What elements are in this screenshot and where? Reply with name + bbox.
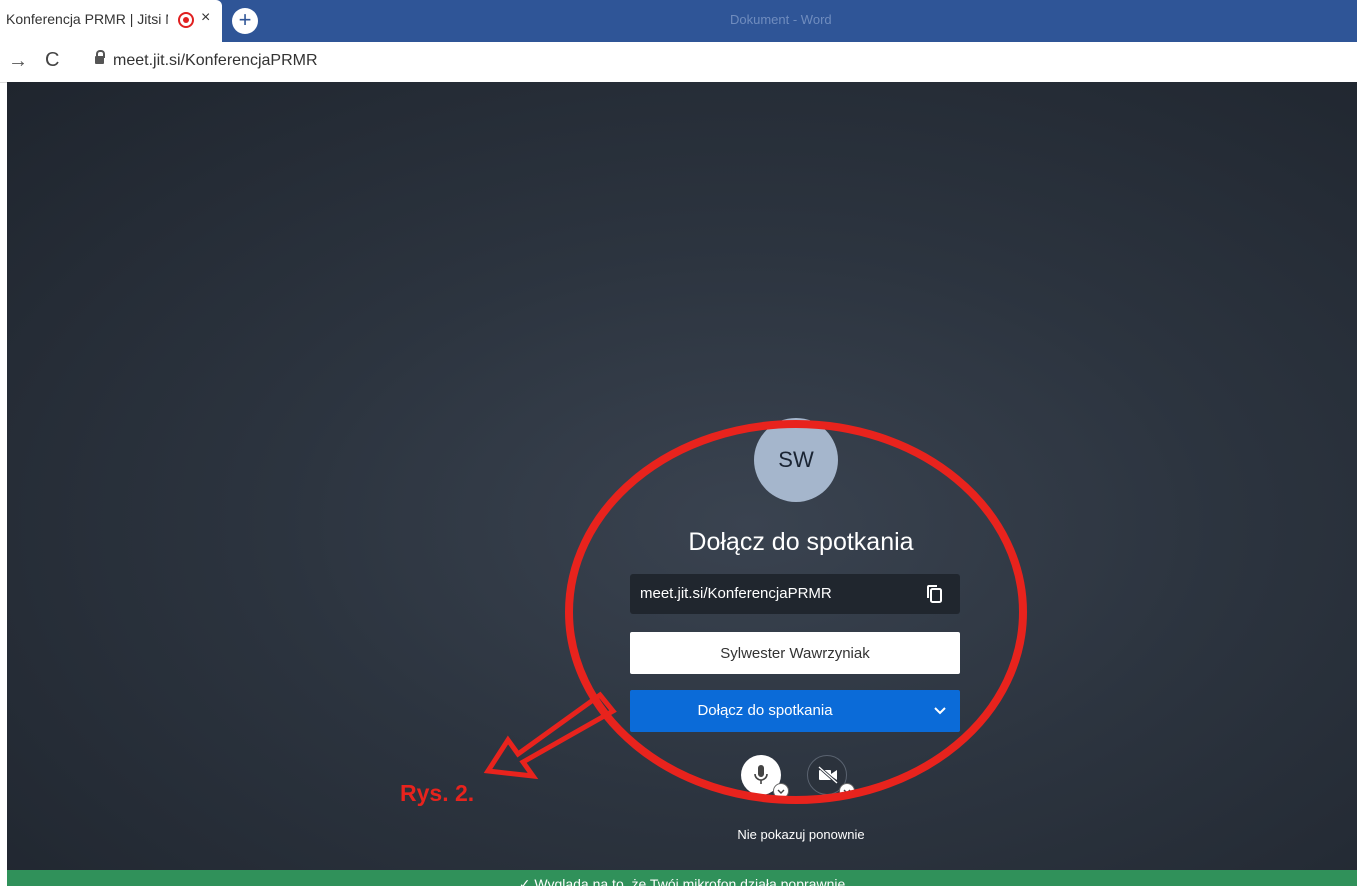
new-tab-button[interactable]: +	[232, 8, 258, 34]
microphone-button[interactable]	[741, 755, 789, 799]
lock-icon[interactable]	[95, 50, 105, 64]
reload-icon[interactable]: C	[45, 49, 59, 72]
camera-button[interactable]	[807, 755, 855, 799]
page-title: Dołącz do spotkania	[688, 528, 914, 556]
chevron-down-icon[interactable]	[933, 704, 947, 718]
forward-arrow-icon[interactable]: →	[8, 50, 28, 73]
display-name-input[interactable]	[630, 632, 960, 674]
address-bar: → C meet.jit.si/KonferencjaPRMR	[0, 42, 1357, 83]
meeting-url-box: meet.jit.si/KonferencjaPRMR	[630, 574, 960, 614]
copy-icon[interactable]	[926, 584, 944, 604]
window-title: Dokument - Word	[730, 12, 832, 27]
camera-options-chevron-icon[interactable]	[839, 783, 855, 799]
join-meeting-button[interactable]: Dołącz do spotkania	[630, 690, 960, 732]
annotation-caption: Rys. 2.	[400, 780, 475, 806]
microphone-icon	[754, 765, 768, 784]
recording-icon	[178, 12, 194, 28]
browser-tab-bar: Konferencja PRMR | Jitsi Mee × + Dokumen…	[0, 0, 1357, 42]
tab-title: Konferencja PRMR | Jitsi Mee	[6, 11, 168, 27]
camera-off-icon	[818, 766, 838, 784]
join-button-label: Dołącz do spotkania	[697, 702, 833, 719]
mic-options-chevron-icon[interactable]	[773, 783, 789, 799]
avatar: SW	[754, 418, 838, 502]
meeting-area: SW Dołącz do spotkania meet.jit.si/Konfe…	[7, 82, 1357, 886]
url-field[interactable]: meet.jit.si/KonferencjaPRMR	[113, 52, 318, 70]
tab-close-icon[interactable]: ×	[201, 9, 210, 27]
browser-tab[interactable]: Konferencja PRMR | Jitsi Mee ×	[0, 0, 222, 42]
dont-show-again-checkbox[interactable]: Nie pokazuj ponownie	[7, 827, 1357, 842]
mic-ok-notification: ✓ Wygląda na to, że Twój mikrofon działa…	[7, 870, 1357, 886]
meeting-url-text: meet.jit.si/KonferencjaPRMR	[640, 585, 832, 602]
